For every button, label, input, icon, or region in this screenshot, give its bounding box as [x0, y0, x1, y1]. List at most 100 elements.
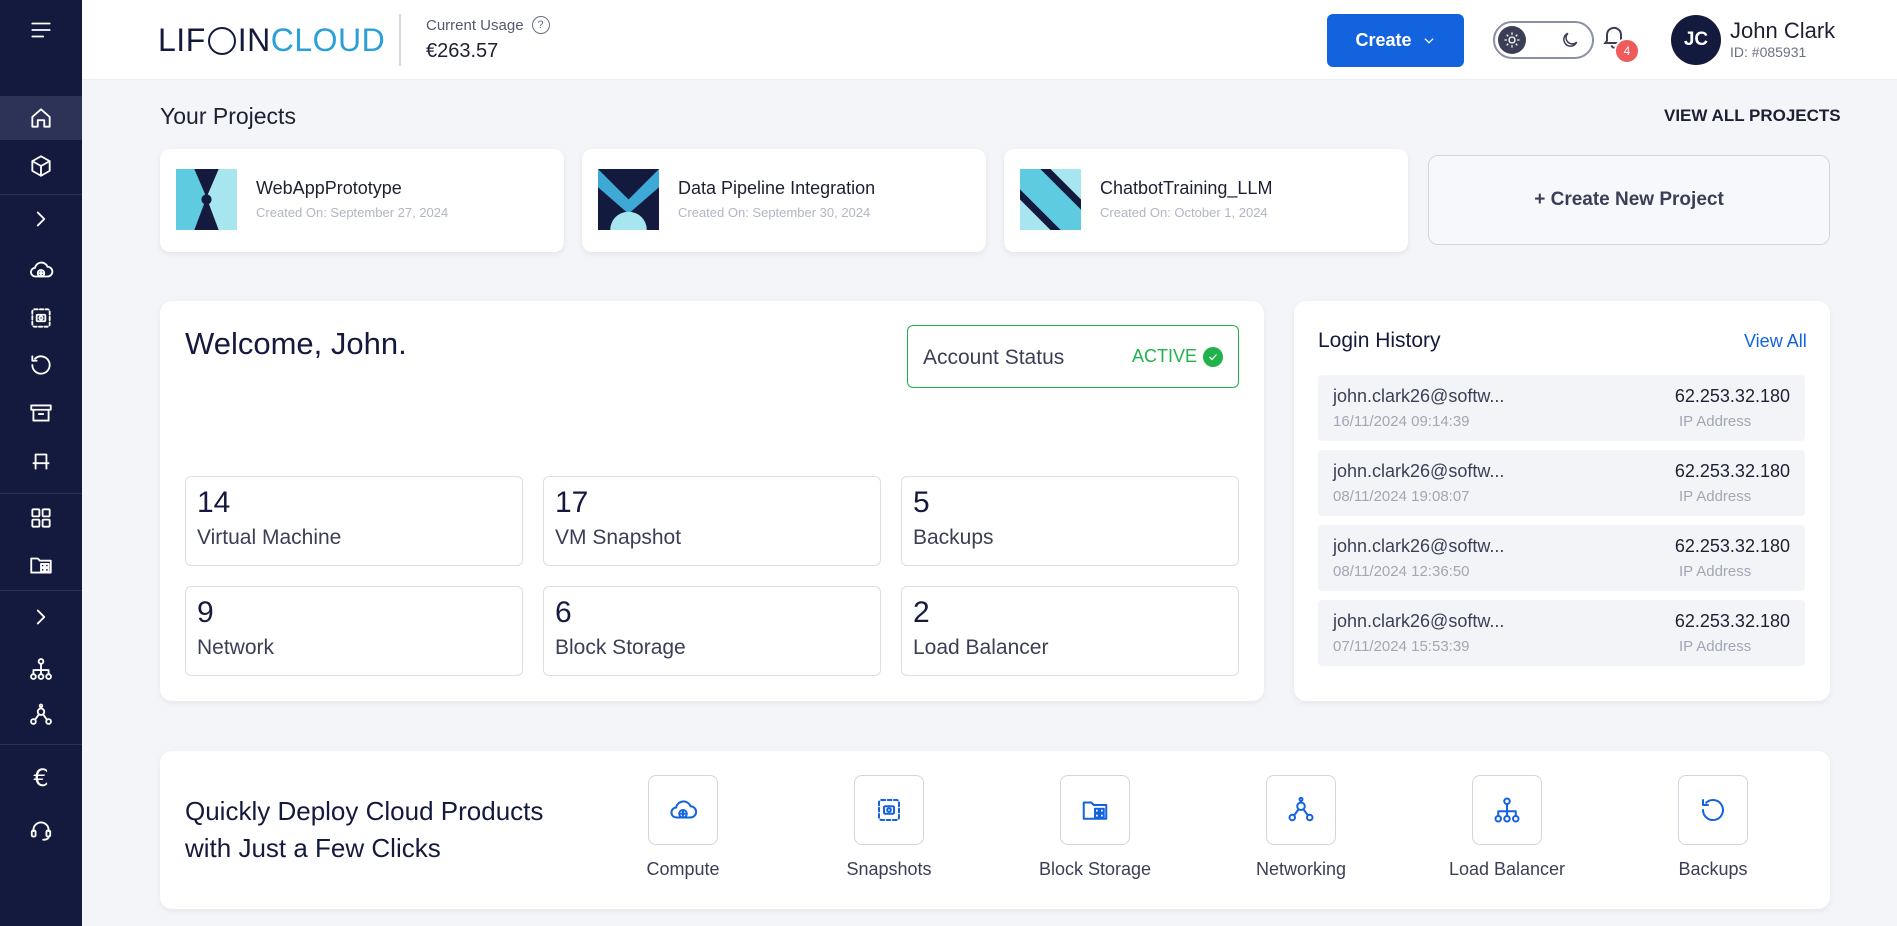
create-new-project-button[interactable]: + Create New Project [1428, 155, 1830, 245]
create-button[interactable]: Create [1327, 14, 1464, 67]
top-header: LIF IN CLOUD Current Usage ? €263.57 Cre… [82, 0, 1897, 80]
login-time: 08/11/2024 12:36:50 [1333, 563, 1470, 580]
project-card[interactable]: Data Pipeline Integration Created On: Se… [582, 149, 986, 252]
quick-deploy-block-storage[interactable]: Block Storage [1015, 775, 1175, 885]
quick-deploy-label: Networking [1255, 859, 1347, 879]
quick-deploy-compute[interactable]: Compute [603, 775, 763, 885]
sidebar-item-backups[interactable] [0, 343, 82, 387]
theme-toggle[interactable] [1493, 21, 1594, 59]
create-button-label: Create [1355, 30, 1412, 50]
logo-circle-icon [207, 27, 236, 55]
logo[interactable]: LIF IN CLOUD [158, 22, 385, 58]
quick-deploy-snapshots[interactable]: Snapshots [809, 775, 969, 885]
login-history-row: john.clark26@softw... 08/11/2024 19:08:0… [1318, 450, 1805, 516]
sidebar-item-support[interactable] [0, 808, 82, 852]
cloud-plus-icon [30, 261, 54, 278]
stat-label: Block Storage [555, 636, 686, 659]
login-time: 08/11/2024 19:08:07 [1333, 488, 1470, 505]
block-storage-icon [30, 557, 52, 574]
backup-icon [1678, 775, 1748, 845]
welcome-title: Welcome, John. [185, 326, 407, 361]
project-date: Created On: October 1, 2024 [1100, 205, 1268, 220]
stat-card-vm-snapshot[interactable]: 17 VM Snapshot [543, 476, 881, 566]
login-history-title: Login History [1318, 329, 1441, 352]
login-email: john.clark26@softw... [1333, 536, 1505, 556]
login-email: john.clark26@softw... [1333, 611, 1505, 631]
sidebar-item-network[interactable] [0, 693, 82, 737]
stat-card-virtual-machine[interactable]: 14 Virtual Machine [185, 476, 523, 566]
stat-card-backups[interactable]: 5 Backups [901, 476, 1239, 566]
sidebar: € [0, 0, 82, 926]
ip-address-label: IP Address [1679, 413, 1752, 430]
sidebar-item-home[interactable] [0, 96, 82, 140]
project-card[interactable]: WebAppPrototype Created On: September 27… [160, 149, 564, 252]
archive-icon [30, 404, 52, 422]
current-usage-text: Current Usage [426, 16, 524, 34]
project-date: Created On: September 30, 2024 [678, 205, 871, 220]
bench-icon [32, 453, 50, 470]
sun-icon [1498, 26, 1526, 54]
status-badge: ACTIVE [1131, 346, 1197, 366]
avatar[interactable]: JC [1671, 15, 1721, 65]
sidebar-item-bench[interactable] [0, 439, 82, 483]
sidebar-item-load-balancer[interactable] [0, 647, 82, 691]
login-time: 16/11/2024 09:14:39 [1333, 413, 1470, 430]
network-icon [1266, 775, 1336, 845]
sidebar-expand-1[interactable] [0, 197, 82, 241]
quick-deploy-label: Load Balancer [1448, 859, 1566, 879]
project-card[interactable]: ChatbotTraining_LLM Created On: October … [1004, 149, 1408, 252]
current-usage-value: €263.57 [426, 40, 499, 62]
sidebar-item-archive[interactable] [0, 391, 82, 435]
user-name[interactable]: John Clark [1730, 18, 1835, 44]
backup-icon [31, 355, 51, 375]
current-usage-label: Current Usage ? [426, 16, 550, 34]
home-icon [31, 108, 51, 128]
notifications-button[interactable]: 4 [1600, 22, 1640, 64]
snapshot-icon [854, 775, 924, 845]
sidebar-item-apps[interactable] [0, 496, 82, 540]
network-icon [30, 703, 52, 725]
project-name: WebAppPrototype [256, 178, 402, 198]
logo-text-left: LIF [158, 21, 206, 58]
ip-address-label: IP Address [1679, 563, 1752, 580]
sidebar-item-snapshots[interactable] [0, 296, 82, 340]
stat-label: Network [197, 636, 275, 659]
login-history-view-all-link[interactable]: View All [1744, 331, 1807, 352]
help-icon[interactable]: ? [531, 16, 550, 34]
project-name: Data Pipeline Integration [678, 178, 876, 198]
view-all-projects-link[interactable]: VIEW ALL PROJECTS [1664, 106, 1841, 126]
quick-deploy-load-balancer[interactable]: Load Balancer [1427, 775, 1587, 885]
stat-card-load-balancer[interactable]: 2 Load Balancer [901, 586, 1239, 676]
stat-label: Virtual Machine [197, 526, 342, 549]
stat-label: Load Balancer [913, 636, 1049, 659]
project-thumbnail [598, 169, 659, 230]
project-thumbnail [176, 169, 237, 230]
stat-label: Backups [913, 526, 994, 549]
stat-card-block-storage[interactable]: 6 Block Storage [543, 586, 881, 676]
snapshot-icon [31, 308, 51, 328]
sidebar-expand-2[interactable] [0, 595, 82, 639]
login-ip: 62.253.32.180 [1674, 461, 1790, 481]
quick-deploy-label: Block Storage [1038, 859, 1152, 879]
quick-deploy-networking[interactable]: Networking [1221, 775, 1381, 885]
chevron-down-icon [1423, 37, 1434, 44]
login-time: 07/11/2024 15:53:39 [1333, 638, 1470, 655]
menu-icon[interactable] [0, 8, 82, 52]
quick-deploy-backups[interactable]: Backups [1633, 775, 1793, 885]
quick-deploy-label: Snapshots [846, 859, 932, 879]
quick-deploy-label: Backups [1678, 859, 1748, 879]
moon-icon [1560, 30, 1580, 50]
account-status-label: Account Status [923, 346, 1065, 369]
sidebar-item-cloud[interactable] [0, 248, 82, 292]
project-thumbnail [1020, 169, 1081, 230]
stat-card-network[interactable]: 9 Network [185, 586, 523, 676]
projects-title: Your Projects [160, 103, 296, 129]
logo-text-right: CLOUD [270, 21, 386, 58]
chevron-right-icon [36, 211, 46, 227]
logo-text-mid: IN [237, 21, 271, 58]
sidebar-item-compute[interactable] [0, 144, 82, 188]
sidebar-item-billing[interactable]: € [0, 756, 82, 800]
stat-value: 5 [913, 486, 930, 519]
user-id: ID: #085931 [1730, 44, 1807, 60]
sidebar-item-block-storage[interactable] [0, 543, 82, 587]
